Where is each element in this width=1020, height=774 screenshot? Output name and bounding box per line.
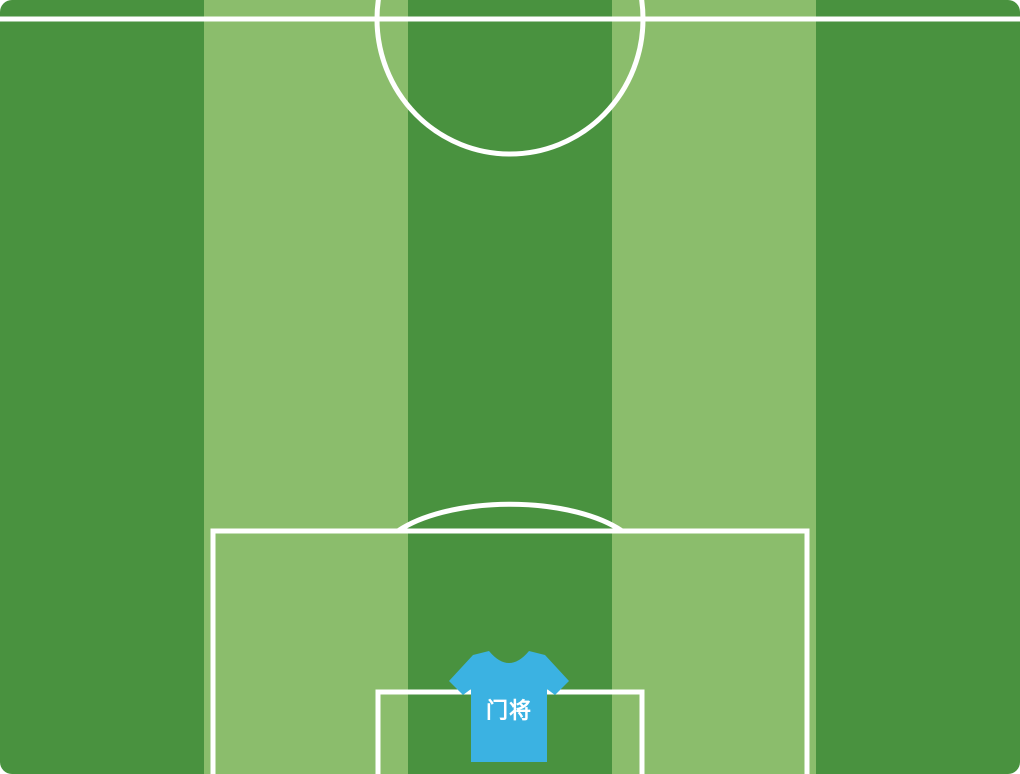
player-position-label: 门将 bbox=[485, 699, 532, 724]
football-pitch: 门将 bbox=[0, 0, 1020, 774]
penalty-arc bbox=[396, 501, 624, 534]
center-circle bbox=[374, 0, 646, 157]
player-goalkeeper[interactable]: 门将 bbox=[449, 651, 569, 763]
